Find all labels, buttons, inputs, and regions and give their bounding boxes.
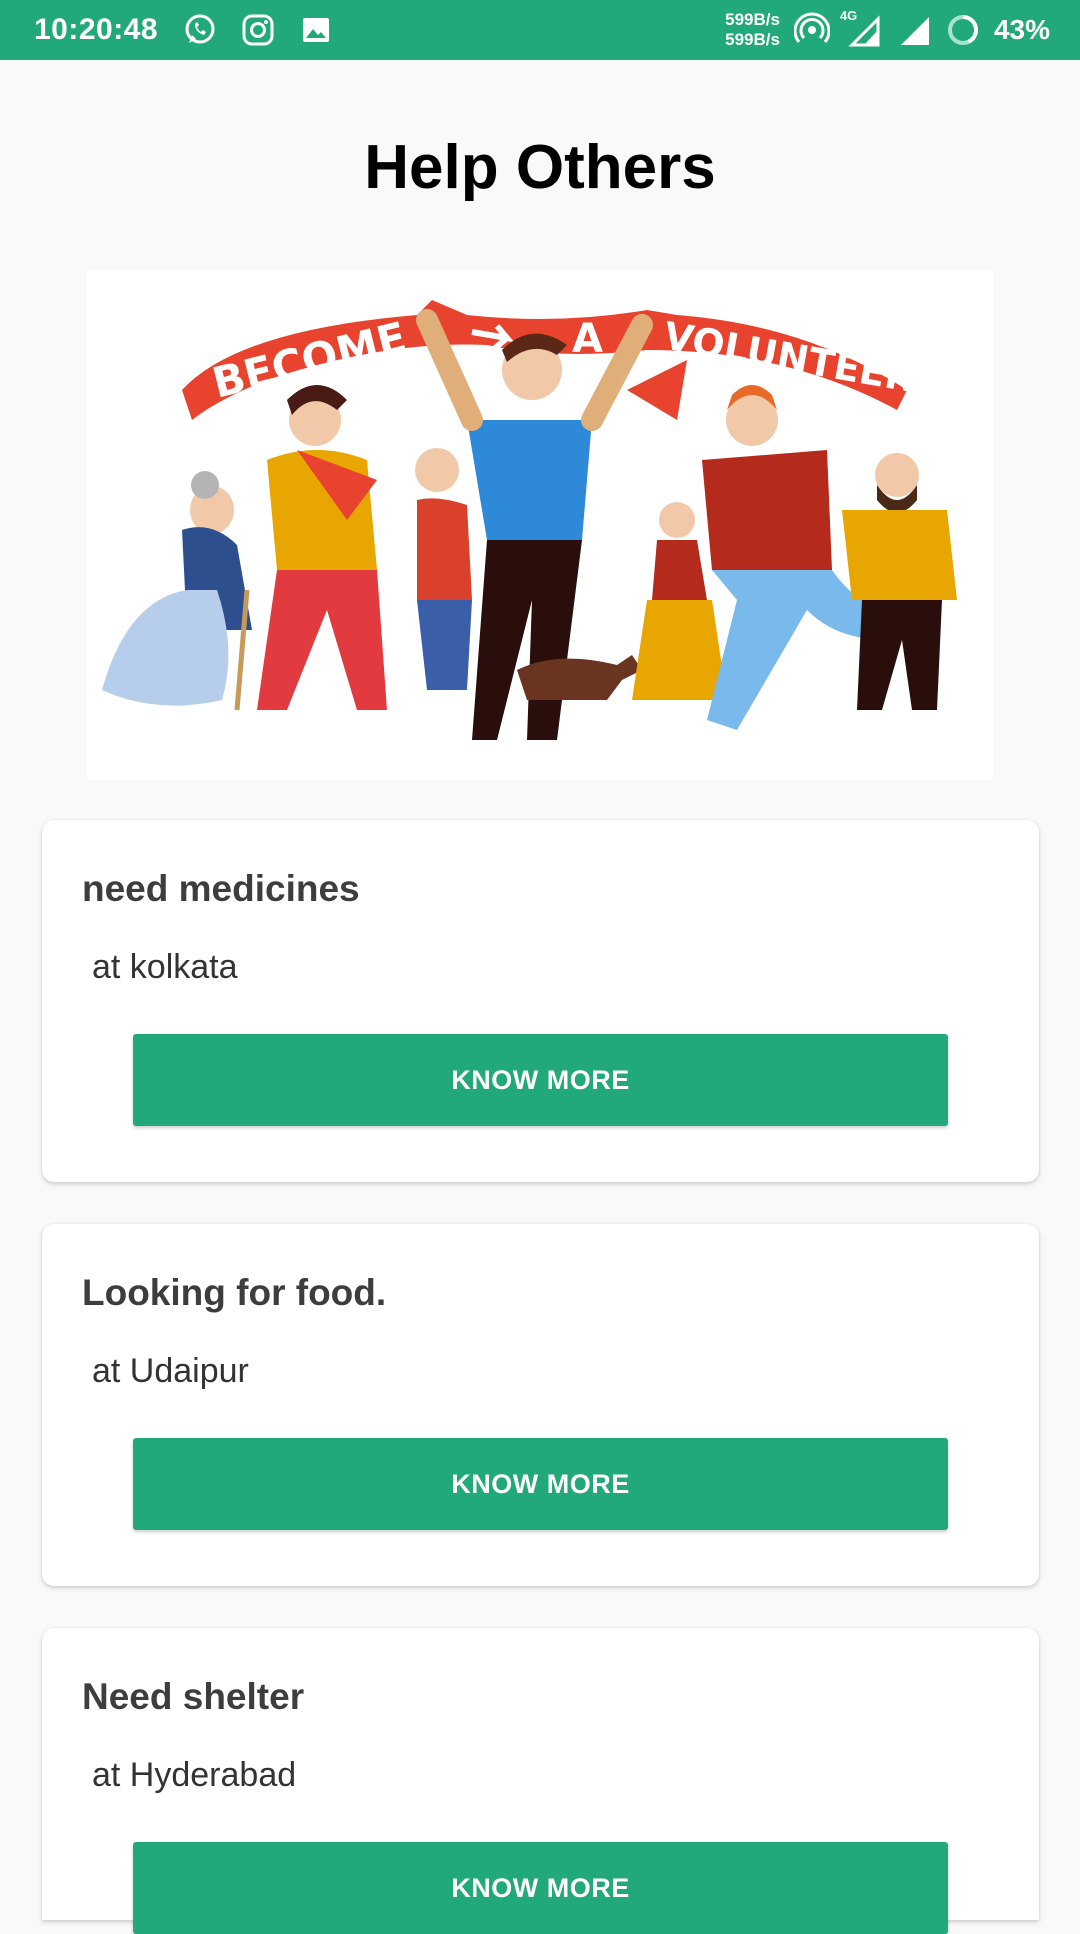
whatsapp-icon (182, 12, 218, 48)
request-title: need medicines (82, 868, 360, 909)
banner-text-volunteer: VOLUNTEER (660, 314, 917, 401)
request-title: Need shelter (82, 1676, 305, 1717)
net-speed-up: 599B/s (725, 10, 780, 29)
banner-text-a: A (572, 316, 603, 362)
network-type: 4G (839, 8, 858, 23)
request-location: at kolkata (92, 948, 238, 986)
volunteer-illustration: BECOME A VOLUNTEER (87, 270, 993, 780)
request-location: at Udaipur (92, 1352, 249, 1390)
know-more-button[interactable]: KNOW MORE (133, 1034, 948, 1126)
instagram-icon (240, 12, 276, 48)
notification-icons (182, 12, 334, 48)
battery-percent: 43% (993, 14, 1050, 45)
signal-icon (898, 12, 932, 48)
know-more-button[interactable]: KNOW MORE (133, 1842, 948, 1934)
request-card: need medicines at kolkata KNOW MORE (42, 820, 1039, 1182)
request-card: Looking for food. at Udaipur KNOW MORE (42, 1224, 1039, 1586)
battery-icon (946, 13, 980, 47)
gallery-icon (298, 12, 334, 48)
status-time: 10:20:48 (34, 13, 159, 46)
hotspot-icon (793, 12, 830, 48)
know-more-button[interactable]: KNOW MORE (133, 1438, 948, 1530)
net-speed-down: 599B/s (725, 30, 780, 49)
request-card: Need shelter at Hyderabad KNOW MORE (42, 1628, 1039, 1934)
request-title: Looking for food. (82, 1272, 387, 1313)
status-right: 599B/s 599B/s 4G 43% (725, 8, 1050, 50)
request-location: at Hyderabad (92, 1756, 297, 1794)
network-speed: 599B/s 599B/s (725, 10, 780, 50)
signal-4g-icon: 4G (840, 8, 884, 48)
page-title: Help Others (364, 133, 716, 202)
status-bar: 10:20:48 599B/s 599B/s 4G 43% (0, 0, 1080, 60)
